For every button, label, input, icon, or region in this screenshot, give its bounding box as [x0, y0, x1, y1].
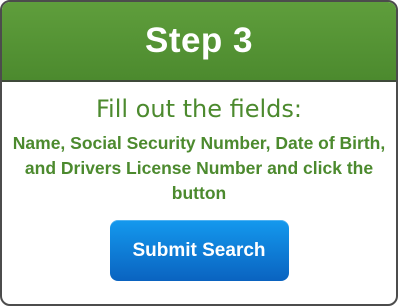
instructions-text: Name, Social Security Number, Date of Bi… — [12, 133, 386, 203]
fields-subtitle: Fill out the fields: — [95, 95, 302, 123]
step-title: Step 3 — [144, 21, 254, 60]
step-header: Step 3 — [2, 2, 396, 82]
step-body: Fill out the fields: Name, Social Securi… — [2, 82, 396, 281]
step-card: Step 3 Fill out the fields: Name, Social… — [0, 0, 398, 306]
submit-search-button[interactable]: Submit Search — [109, 220, 289, 281]
